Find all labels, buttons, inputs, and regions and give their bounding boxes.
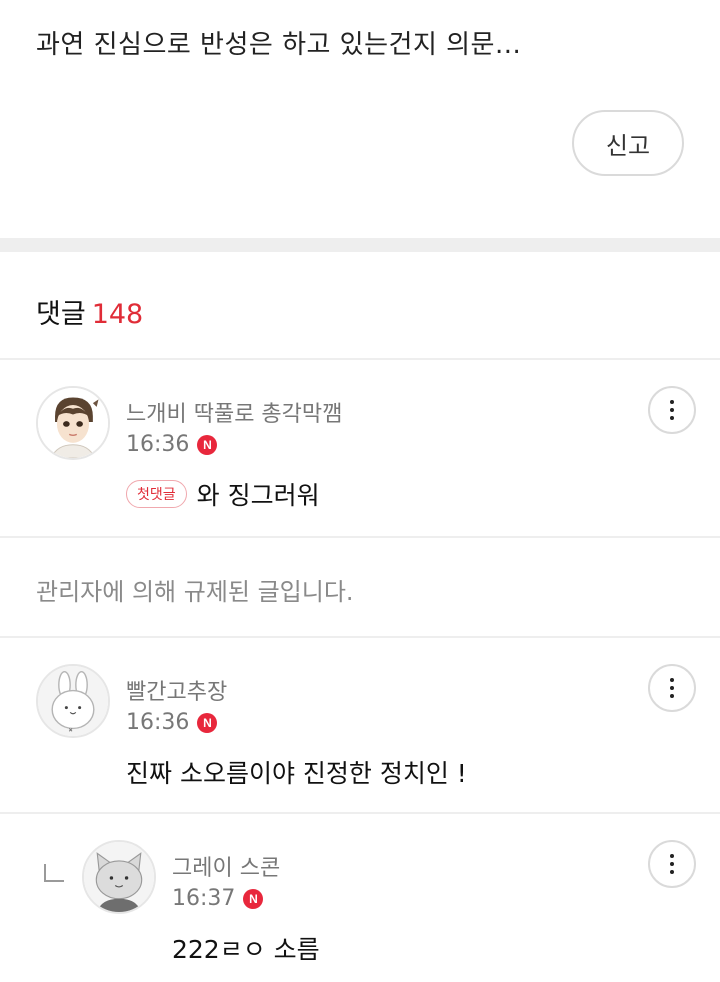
more-vertical-icon <box>670 678 674 682</box>
comment-text: 첫댓글 와 징그러워 <box>126 476 320 512</box>
comment-nickname[interactable]: 빨간고추장 <box>126 674 227 706</box>
comments-count: 148 <box>91 299 144 330</box>
first-comment-badge: 첫댓글 <box>126 480 187 508</box>
avatar[interactable] <box>36 664 110 738</box>
more-options-button[interactable] <box>648 664 696 712</box>
more-options-button[interactable] <box>648 840 696 888</box>
divider-line <box>0 812 720 814</box>
new-badge-icon: N <box>243 888 264 909</box>
comment-time-row: 16:37 N <box>172 886 264 911</box>
comments-header: 댓글 148 <box>36 292 143 331</box>
comment-time: 16:37 <box>172 886 236 911</box>
divider-line <box>0 636 720 638</box>
comment-time-row: 16:36 N <box>126 432 218 457</box>
comment-content: 와 징그러워 <box>196 481 320 510</box>
more-options-button[interactable] <box>648 386 696 434</box>
comment-time: 16:36 <box>126 710 190 735</box>
comment-nickname[interactable]: 느개비 딱풀로 총각막깸 <box>126 396 342 428</box>
post-text: 과연 진심으로 반성은 하고 있는건지 의문... <box>36 30 522 60</box>
avatar-character-icon <box>38 388 108 458</box>
comment-nickname[interactable]: 그레이 스콘 <box>172 850 280 882</box>
reply-arrow-icon <box>44 864 64 882</box>
divider-line <box>0 536 720 538</box>
divider-line <box>0 358 720 360</box>
comments-label: 댓글 <box>36 299 86 330</box>
cat-avatar-icon <box>84 842 154 912</box>
avatar[interactable] <box>36 386 110 460</box>
comment-time: 16:36 <box>126 432 190 457</box>
more-vertical-icon <box>670 854 674 858</box>
new-badge-icon: N <box>197 712 218 733</box>
bunny-avatar-icon <box>38 666 108 736</box>
comment-text: 222ㄹㅇ 소름 <box>172 930 320 966</box>
report-button[interactable]: 신고 <box>572 110 684 176</box>
comment-text: 진짜 소오름이야 진정한 정치인 ! <box>126 754 467 790</box>
avatar[interactable] <box>82 840 156 914</box>
comment-content: 진짜 소오름이야 진정한 정치인 ! <box>126 759 467 788</box>
comment-content: 222ㄹㅇ 소름 <box>172 935 320 964</box>
new-badge-icon: N <box>197 434 218 455</box>
moderated-comment-text: 관리자에 의해 규제된 글입니다. <box>36 578 354 606</box>
post-body: 과연 진심으로 반성은 하고 있는건지 의문... 신고 <box>0 0 720 238</box>
more-vertical-icon <box>670 400 674 404</box>
section-divider <box>0 238 720 252</box>
comment-time-row: 16:36 N <box>126 710 218 735</box>
